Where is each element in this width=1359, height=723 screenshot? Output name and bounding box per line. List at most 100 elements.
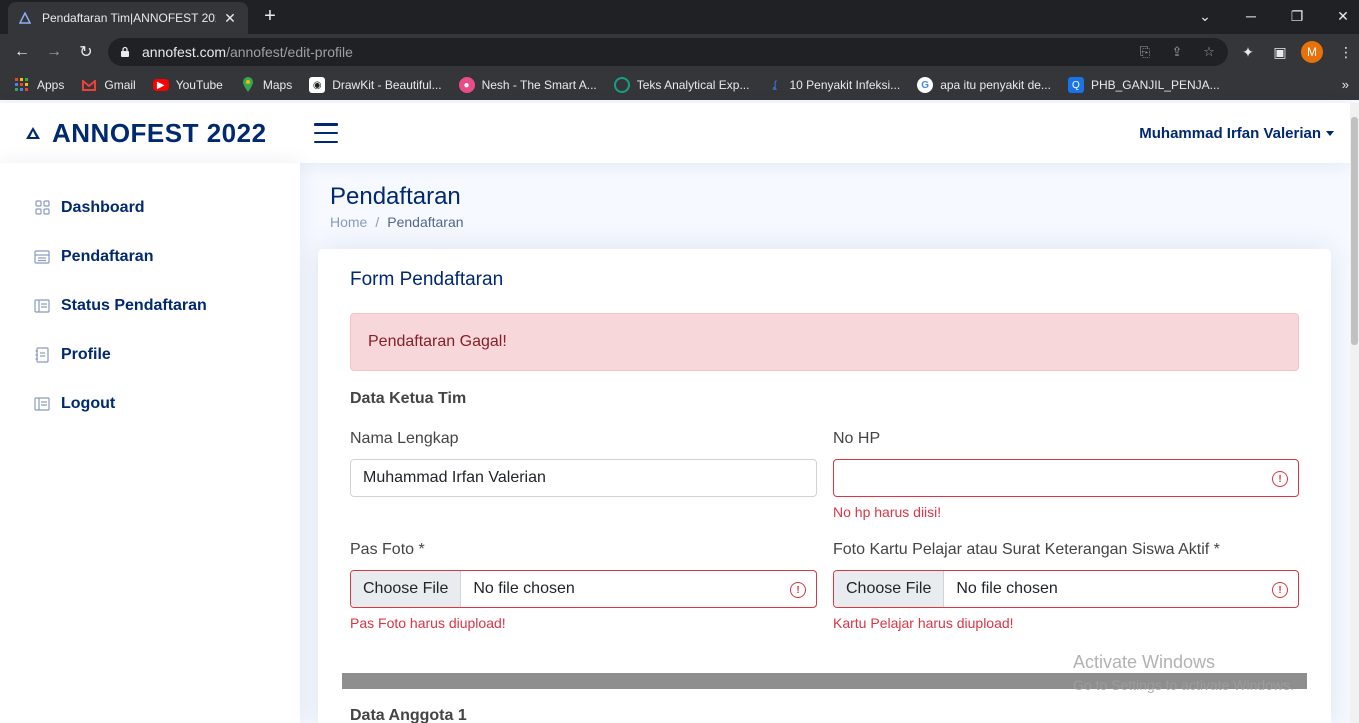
breadcrumb: Home / Pendaftaran (330, 214, 464, 230)
bookmark-phb[interactable]: Q PHB_GANJIL_PENJA... (1067, 77, 1220, 93)
scroll-thumb[interactable] (1351, 117, 1358, 345)
sidebar-item-label: Dashboard (61, 198, 145, 216)
page-title: Pendaftaran (330, 183, 461, 210)
bookmarks-bar: Apps Gmail ▶ YouTube Maps ◉ DrawKit - Be… (0, 70, 1359, 100)
extensions-icon[interactable]: ✦ (1236, 40, 1260, 64)
bookmark-apps[interactable]: Apps (14, 77, 64, 93)
bookmark-drawkit[interactable]: ◉ DrawKit - Beautiful... (309, 77, 442, 93)
pas-foto-file-input[interactable]: Choose File No file chosen ! (350, 570, 817, 608)
more-menu-icon[interactable]: ⋮ (1334, 40, 1358, 64)
layout-icon (34, 298, 50, 314)
sidebar-item-label: Status Pendaftaran (61, 296, 207, 314)
form-title: Form Pendaftaran (350, 269, 504, 290)
drawkit-icon: ◉ (309, 77, 326, 93)
bookmark-google[interactable]: G apa itu penyakit de... (917, 77, 1051, 93)
restore-button[interactable]: ❐ (1282, 4, 1312, 28)
app-header: ANNOFEST 2022 Muhammad Irfan Valerian (0, 103, 1350, 163)
caret-down-icon (1326, 131, 1334, 136)
layout-icon (34, 396, 50, 412)
browser-tab-bar: Pendaftaran Tim|ANNOFEST 2022 ✕ + ⌄ ─ ❐ … (0, 0, 1359, 34)
page-scrollbar[interactable] (1350, 103, 1359, 723)
bookmark-label: PHB_GANJIL_PENJA... (1090, 78, 1220, 92)
brand-name: ANNOFEST 2022 (52, 117, 267, 148)
translate-icon[interactable]: ⎘ (1136, 43, 1154, 61)
choose-file-button[interactable]: Choose File (351, 571, 462, 607)
teks-icon (613, 77, 630, 93)
new-tab-button[interactable]: + (258, 4, 282, 28)
browser-toolbar: ← → ↻ annofest.com/annofest/edit-profile… (0, 34, 1359, 70)
bookmark-nesh[interactable]: ● Nesh - The Smart A... (458, 77, 597, 93)
watermark-line-1: Activate Windows (1073, 652, 1216, 672)
toggle-sidebar-button[interactable] (314, 123, 338, 143)
menu-icon (34, 249, 50, 265)
journal-icon (34, 346, 50, 363)
phb-icon: Q (1067, 77, 1084, 93)
file-status: No file chosen (956, 580, 1058, 597)
sidebar-item-pendaftaran[interactable]: Pendaftaran (0, 232, 300, 281)
gmail-icon (81, 77, 97, 93)
sidebar-item-logout[interactable]: Logout (0, 379, 300, 428)
star-icon[interactable]: ☆ (1200, 43, 1218, 61)
logo-icon (26, 127, 40, 139)
grid-icon (34, 200, 50, 216)
bookmark-label: Gmail (104, 78, 136, 92)
avatar: M (1301, 41, 1323, 63)
section-title-ketua: Data Ketua Tim (350, 390, 467, 407)
back-button[interactable]: ← (10, 40, 34, 64)
side-panel-icon[interactable]: ▣ (1268, 40, 1292, 64)
close-window-button[interactable]: ✕ (1328, 4, 1358, 28)
file-status: No file chosen (473, 580, 575, 597)
sidebar-item-label: Pendaftaran (61, 247, 154, 265)
profile-button[interactable]: M (1300, 40, 1324, 64)
sidebar-item-label: Profile (61, 345, 111, 363)
section-title-anggota: Data Anggota 1 (350, 707, 467, 723)
url-path: /annofest/edit-profile (226, 44, 353, 60)
sidebar: Dashboard Pendaftaran Status Pendaftaran… (0, 163, 300, 723)
browser-tab[interactable]: Pendaftaran Tim|ANNOFEST 2022 ✕ (8, 2, 248, 34)
kartu-pelajar-file-input[interactable]: Choose File No file chosen ! (833, 570, 1299, 608)
sidebar-item-dashboard[interactable]: Dashboard (0, 183, 300, 232)
google-icon: G (917, 77, 934, 93)
maps-icon (240, 77, 256, 93)
user-menu-dropdown[interactable]: Muhammad Irfan Valerian (1139, 125, 1334, 142)
more-bookmarks-icon[interactable]: » (1342, 77, 1349, 92)
close-tab-icon[interactable]: ✕ (222, 10, 238, 27)
lock-icon (120, 46, 130, 58)
kartu-label: Foto Kartu Pelajar atau Surat Keterangan… (833, 541, 1220, 558)
address-bar[interactable]: annofest.com/annofest/edit-profile ⎘ ⇪ ☆ (108, 38, 1228, 66)
hp-label: No HP (833, 430, 881, 447)
url-host: annofest.com (142, 44, 227, 60)
breadcrumb-home[interactable]: Home (330, 214, 367, 230)
error-icon: ! (1272, 582, 1288, 598)
error-icon: ! (1272, 471, 1288, 487)
tab-title: Pendaftaran Tim|ANNOFEST 2022 (42, 11, 216, 25)
bookmark-maps[interactable]: Maps (240, 77, 292, 93)
bookmark-penyakit[interactable]: ʆ 10 Penyakit Infeksi... (766, 77, 900, 93)
penyakit-icon: ʆ (772, 79, 777, 91)
choose-file-button[interactable]: Choose File (834, 571, 945, 607)
breadcrumb-current: Pendaftaran (387, 214, 464, 230)
bookmark-gmail[interactable]: Gmail (81, 77, 136, 93)
annofest-favicon-icon (18, 11, 32, 25)
bookmark-youtube[interactable]: ▶ YouTube (152, 78, 223, 92)
foto-error-message: Pas Foto harus diupload! (350, 615, 506, 631)
no-hp-input[interactable]: ! (833, 459, 1299, 497)
minimize-button[interactable]: ─ (1236, 4, 1266, 28)
logo[interactable]: ANNOFEST 2022 (26, 118, 267, 149)
sidebar-item-label: Logout (61, 394, 116, 412)
chevron-down-icon[interactable]: ⌄ (1190, 4, 1220, 28)
bookmark-label: Maps (262, 78, 293, 92)
breadcrumb-separator: / (375, 214, 380, 230)
reload-button[interactable]: ↻ (74, 40, 98, 64)
kartu-error-message: Kartu Pelajar harus diupload! (833, 615, 1014, 631)
bookmark-label: 10 Penyakit Infeksi... (789, 78, 901, 92)
sidebar-item-status-pendaftaran[interactable]: Status Pendaftaran (0, 281, 300, 330)
share-icon[interactable]: ⇪ (1168, 43, 1186, 61)
sidebar-item-profile[interactable]: Profile (0, 330, 300, 379)
foto-label: Pas Foto * (350, 541, 425, 558)
youtube-icon: ▶ (152, 79, 169, 91)
forward-button[interactable]: → (42, 40, 66, 64)
nama-lengkap-input[interactable]: Muhammad Irfan Valerian (350, 459, 817, 497)
bookmark-teks[interactable]: Teks Analytical Exp... (613, 77, 749, 93)
hp-error-message: No hp harus diisi! (833, 504, 942, 520)
